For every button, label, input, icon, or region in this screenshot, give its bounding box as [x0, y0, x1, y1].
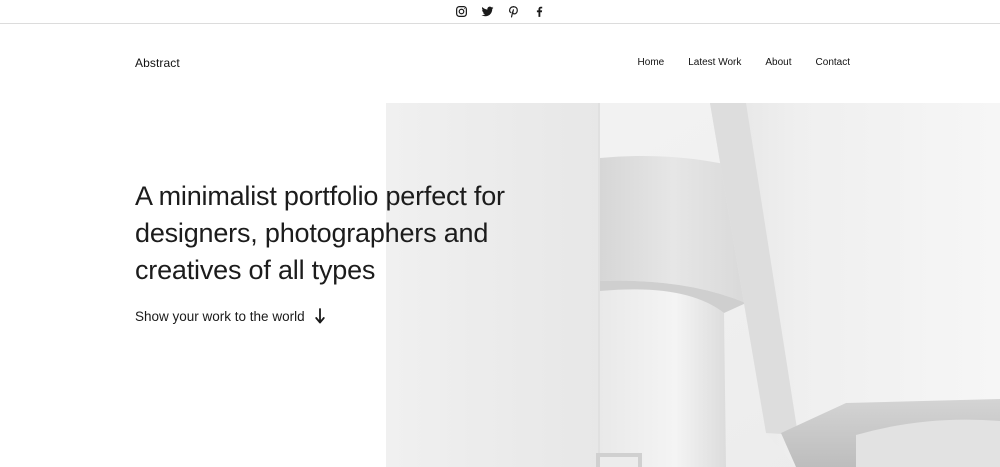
- site-title[interactable]: Abstract: [135, 56, 180, 70]
- main-nav: Home Latest Work About Contact: [638, 57, 850, 68]
- twitter-icon[interactable]: [480, 5, 494, 19]
- nav-item-home[interactable]: Home: [638, 57, 665, 68]
- facebook-icon[interactable]: [532, 5, 546, 19]
- arrow-down-icon: [313, 307, 327, 325]
- social-bar: [0, 0, 1000, 24]
- nav-item-about[interactable]: About: [765, 57, 791, 68]
- hero-cta-label: Show your work to the world: [135, 308, 305, 324]
- instagram-icon[interactable]: [454, 5, 468, 19]
- pinterest-icon[interactable]: [506, 5, 520, 19]
- hero-headline: A minimalist portfolio perfect for desig…: [135, 181, 505, 285]
- nav-item-latest-work[interactable]: Latest Work: [688, 57, 741, 68]
- nav-item-contact[interactable]: Contact: [816, 57, 850, 68]
- hero-cta[interactable]: Show your work to the world: [135, 307, 327, 325]
